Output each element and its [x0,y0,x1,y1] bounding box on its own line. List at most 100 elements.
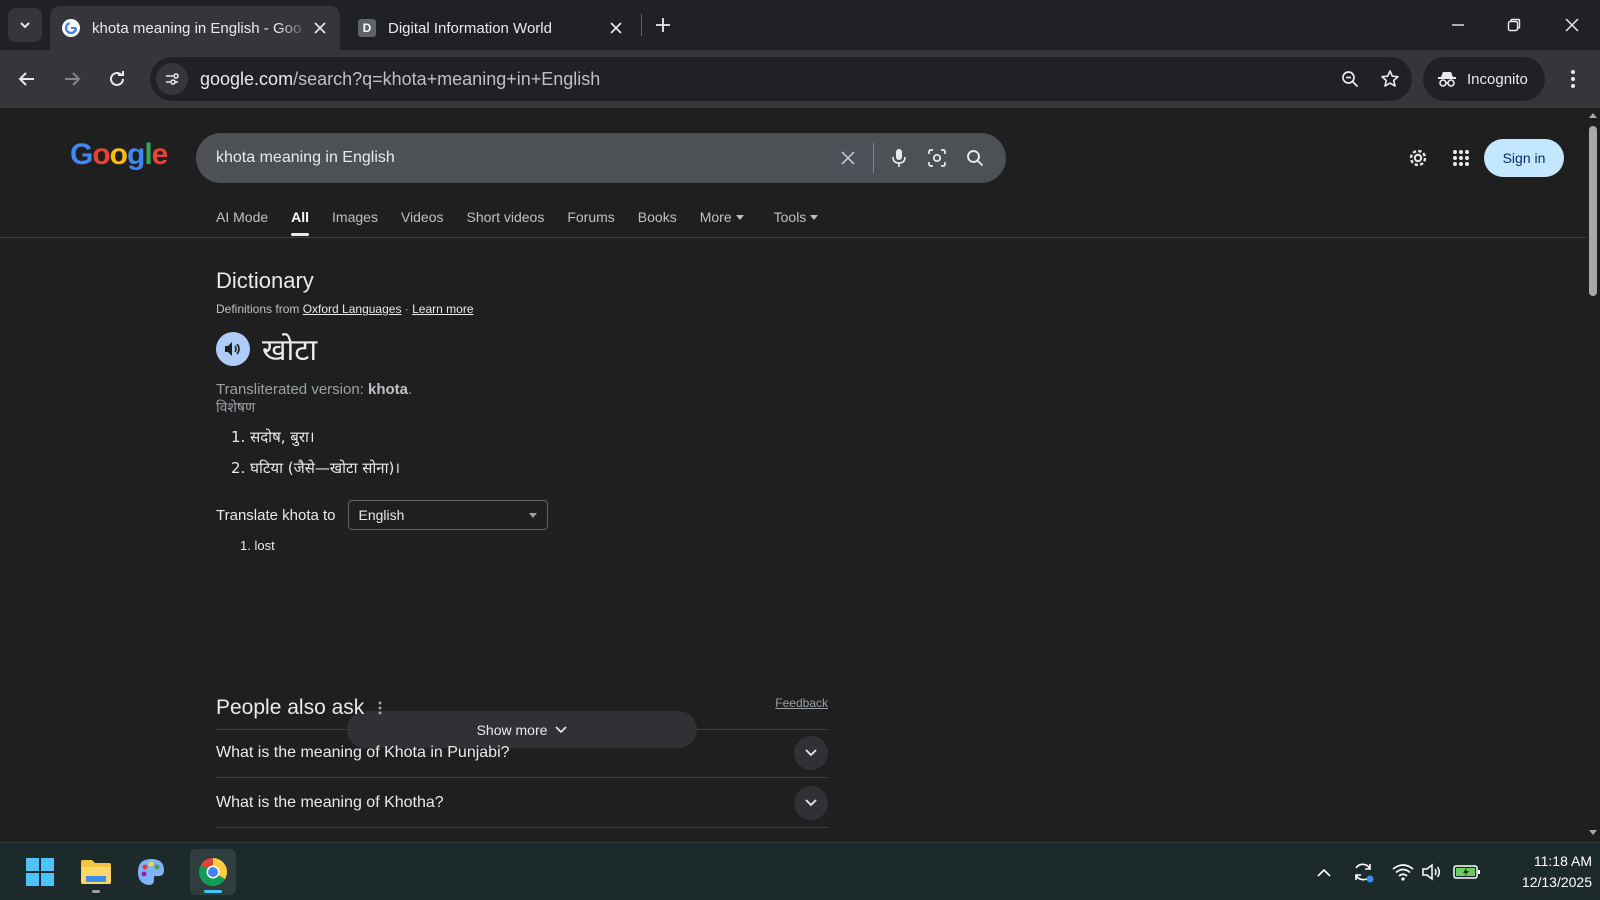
google-logo[interactable]: Google [70,138,168,172]
tab-label: Books [637,209,677,225]
microphone-icon[interactable] [880,139,918,177]
browser-menu-button[interactable] [1558,64,1588,94]
logo-letter: o [92,138,110,171]
tab-digital-information-world[interactable]: D Digital Information World [346,6,636,50]
clock-date: 12/13/2025 [1521,874,1592,890]
windows-logo-icon [26,858,54,886]
scroll-down-icon [1589,830,1597,835]
url-text[interactable]: google.com/search?q=khota+meaning+in+Eng… [200,69,1332,90]
search-box[interactable]: khota meaning in English [196,133,1006,183]
chevron-down-icon[interactable] [794,735,828,770]
search-icon[interactable] [956,139,994,177]
file-explorer-button[interactable] [73,849,119,895]
language-select[interactable]: English [347,500,548,530]
minimize-icon [1452,24,1464,26]
translit-prefix: Transliterated version: [216,381,369,398]
tab-label: Videos [400,209,444,225]
scrollbar-thumb[interactable] [1589,126,1597,296]
wifi-icon[interactable] [1388,857,1418,887]
apps-grid-icon[interactable] [1446,143,1476,173]
url-host: google.com [200,68,294,89]
tab-short-videos[interactable]: Short videos [467,200,545,234]
tab-label: All [291,209,310,225]
tab-more[interactable]: More [700,200,744,234]
tools-label: Tools [773,209,807,225]
tab-tools[interactable]: Tools [774,200,819,234]
clear-icon[interactable] [829,139,867,177]
close-tab-icon[interactable] [606,18,626,38]
tab-books[interactable]: Books [638,200,677,234]
tab-divider [641,14,642,36]
tab-title: khota meaning in English - Goo [92,19,302,37]
incognito-label: Incognito [1467,70,1528,88]
browser-toolbar: google.com/search?q=khota+meaning+in+Eng… [0,50,1600,108]
learn-more-link[interactable]: Learn more [412,302,473,316]
zoom-icon[interactable] [1332,61,1368,97]
paa-title: People also ask [216,696,365,719]
tab-search-button[interactable] [8,8,42,42]
settings-gear-icon[interactable] [1403,143,1433,173]
tab-google-search[interactable]: khota meaning in English - Goo [50,6,340,50]
dictionary-card: Dictionary Definitions from Oxford Langu… [216,268,828,748]
show-hidden-icons-chevron-icon[interactable] [1309,857,1339,887]
tab-ai-mode[interactable]: AI Mode [216,200,268,234]
chrome-app-button[interactable] [190,849,236,895]
reload-button[interactable] [100,62,134,96]
paa-question-text: What is the meaning of Khota in Punjabi? [216,743,510,761]
logo-letter: l [144,138,152,171]
speaker-icon[interactable] [216,331,250,366]
logo-letter: o [109,138,128,171]
tab-strip: khota meaning in English - Goo D Digital… [0,0,1600,50]
page-scrollbar[interactable] [1586,108,1600,842]
tab-label: AI Mode [216,209,269,225]
tab-label: Short videos [466,209,545,225]
chrome-icon [199,858,227,886]
paa-question[interactable]: What is the meaning of Khota in Punjabi? [216,728,828,778]
system-clock[interactable]: 11:18 AM 12/13/2025 [1488,851,1592,893]
sign-in-button[interactable]: Sign in [1484,139,1564,177]
sync-icon[interactable] [1348,857,1378,887]
definition-item: 2. घटिया (जैसे—खोटा सोना)। [231,459,401,477]
forward-button[interactable] [55,62,89,96]
new-tab-button[interactable] [650,12,676,38]
tab-title: Digital Information World [388,19,552,37]
feedback-link[interactable]: Feedback [775,696,828,710]
caret-down-icon [810,214,819,220]
kebab-menu-icon [1571,70,1575,88]
bookmark-star-icon[interactable] [1372,61,1408,97]
restore-icon [1507,18,1521,32]
part-of-speech: विशेषण [216,400,256,416]
chevron-down-icon[interactable] [794,785,828,820]
tab-label: More [699,209,732,225]
paa-question-text: What is the meaning of Khotha? [216,793,444,811]
close-icon [1565,18,1579,32]
volume-icon[interactable] [1417,857,1447,887]
minimize-button[interactable] [1440,8,1476,42]
tab-all[interactable]: All [291,200,310,236]
google-g-icon [62,19,80,37]
chevron-down-icon [20,22,30,29]
camera-lens-icon[interactable] [918,139,956,177]
tab-images[interactable]: Images [332,200,378,234]
battery-charging-icon[interactable] [1450,857,1484,887]
headword-row: खोटा [216,328,828,369]
restore-button[interactable] [1496,8,1532,42]
search-tabs: AI Mode All Images Videos Short videos Forums… [216,200,841,236]
kebab-menu-icon [378,701,382,715]
paint-app-button[interactable] [128,849,174,895]
paa-question[interactable]: What is the meaning of Khotha? [216,778,828,828]
oxford-languages-link[interactable]: Oxford Languages [303,302,402,316]
close-window-button[interactable] [1554,8,1590,42]
address-bar[interactable]: google.com/search?q=khota+meaning+in+Eng… [150,57,1412,101]
translit-word: khota [368,381,409,398]
caret-down-icon [735,214,744,220]
start-button[interactable] [17,849,63,895]
incognito-indicator[interactable]: Incognito [1423,57,1545,101]
tab-forums[interactable]: Forums [567,200,614,234]
close-tab-icon[interactable] [310,18,330,38]
tab-videos[interactable]: Videos [401,200,444,234]
back-button[interactable] [10,62,44,96]
site-info-icon[interactable] [156,63,188,95]
scroll-up-icon [1589,113,1597,118]
search-input[interactable]: khota meaning in English [216,149,829,167]
